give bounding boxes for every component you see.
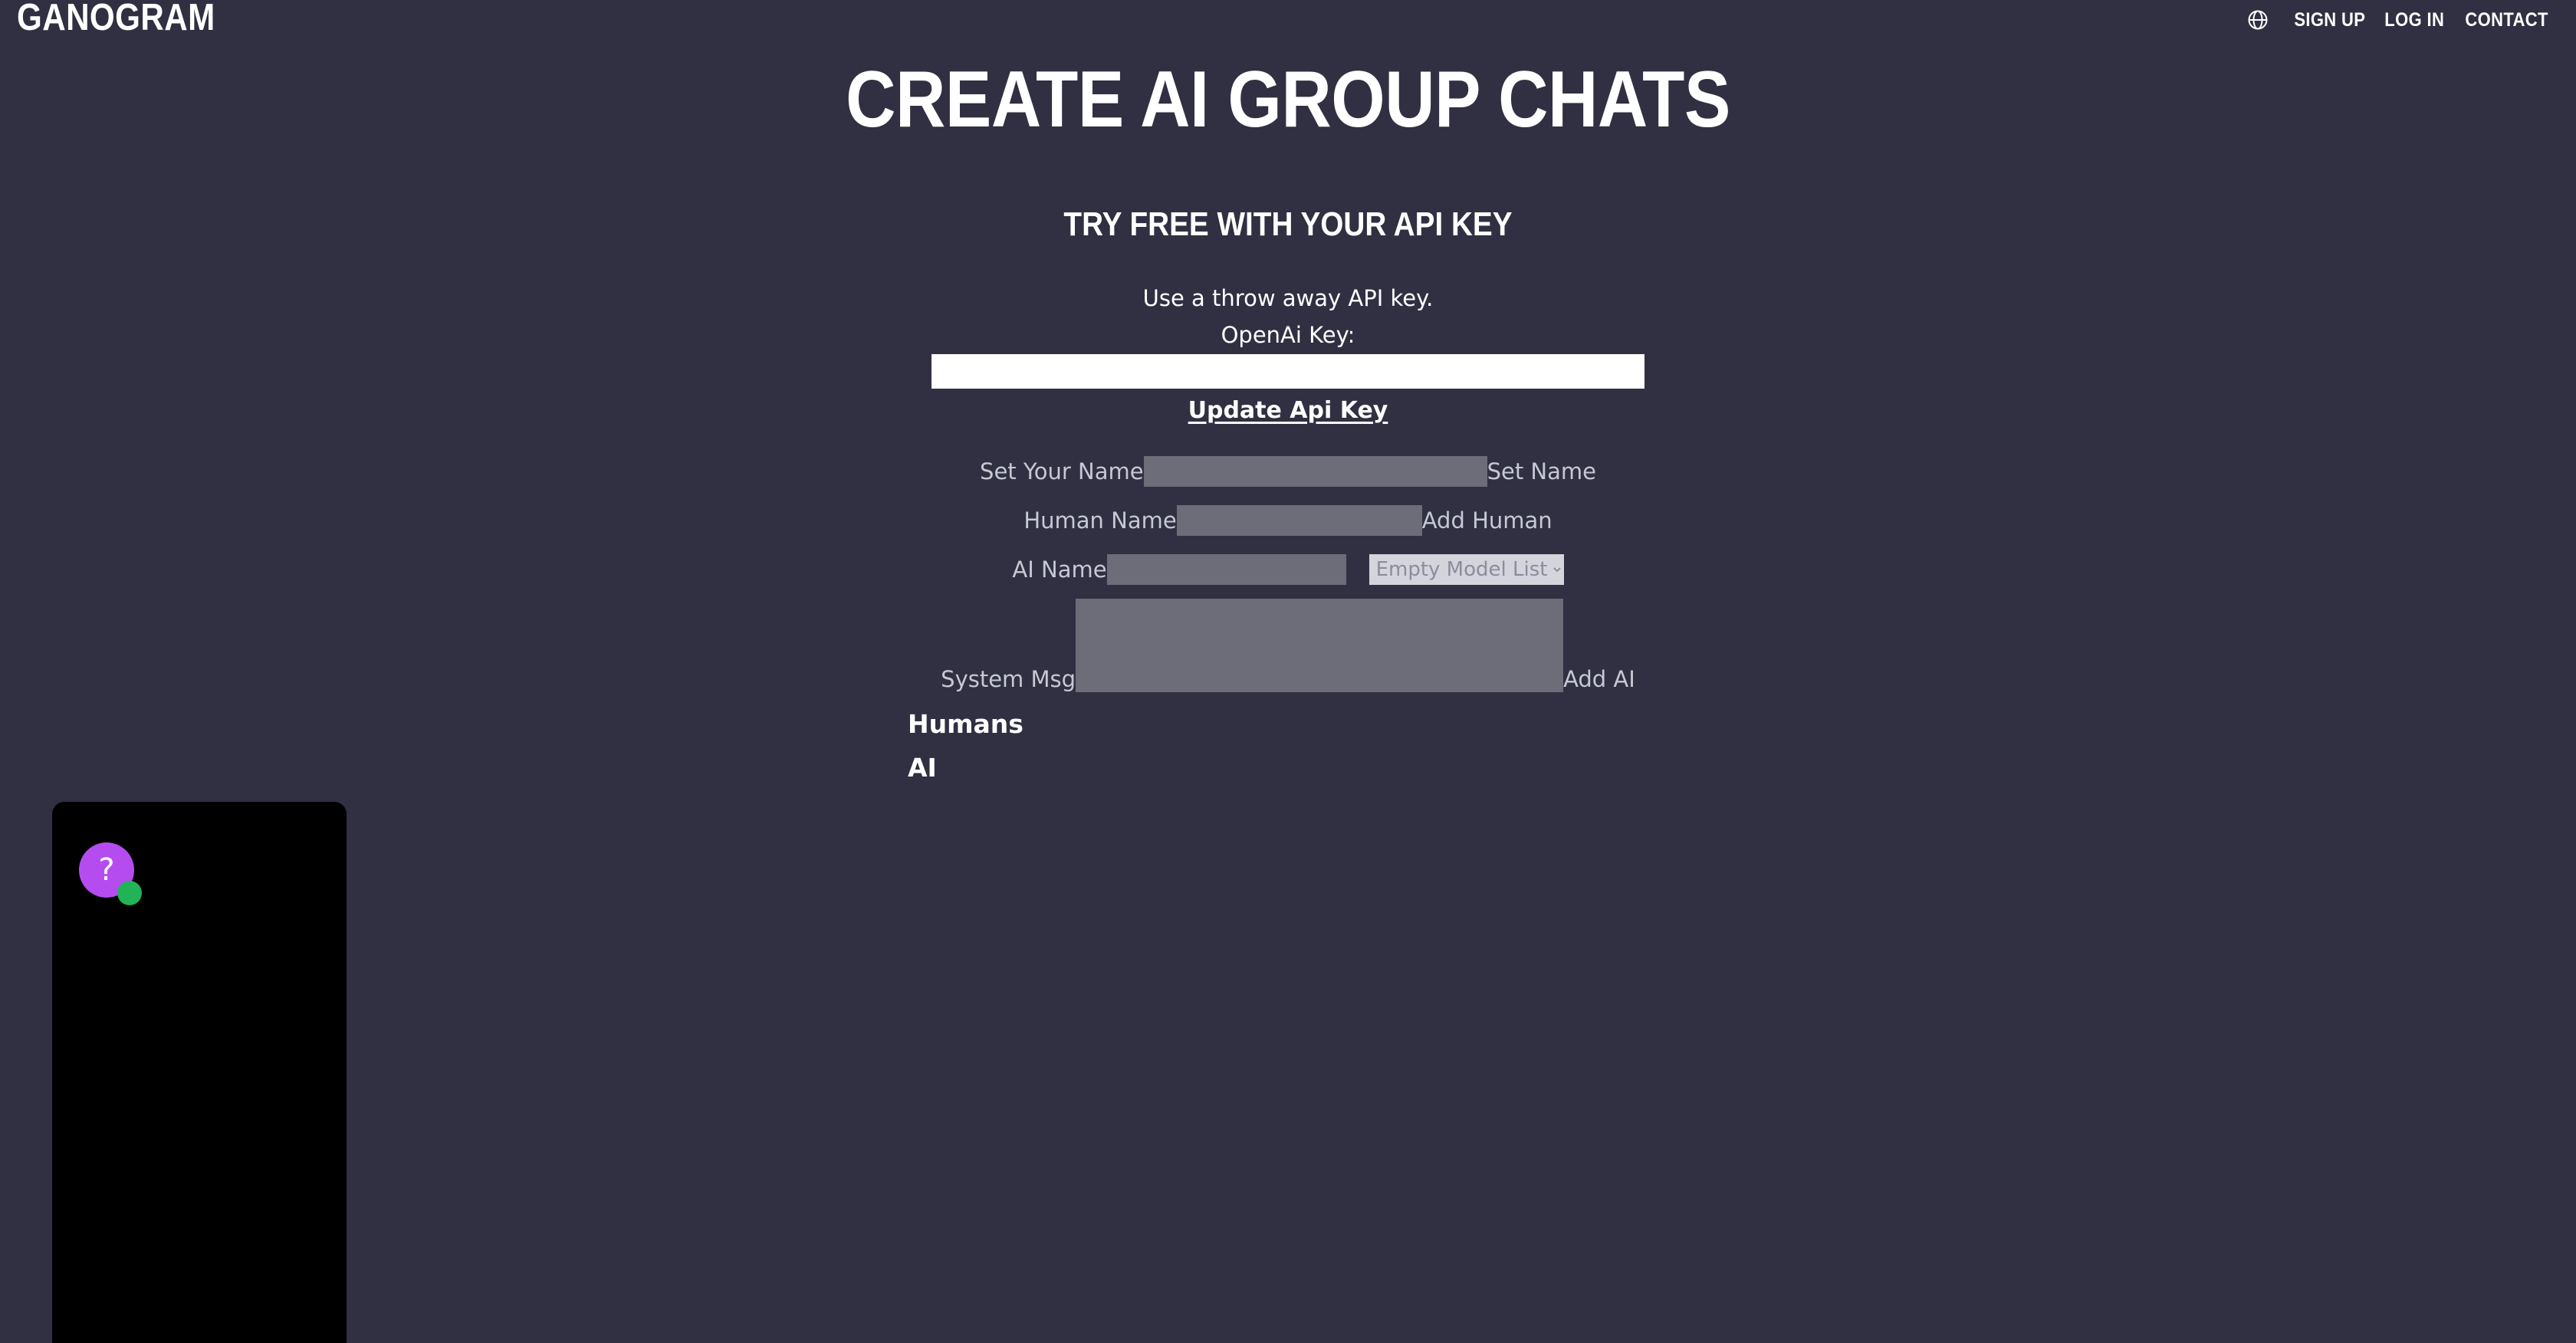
brand-logo[interactable]: GANOGRAM [17,0,215,38]
set-name-input[interactable] [1143,456,1487,487]
nav-link-sign-up[interactable]: SIGN UP [2294,9,2365,31]
nav-link-log-in[interactable]: LOG IN [2385,9,2445,31]
system-msg-row: System Msg Add AI [0,594,2576,692]
humans-heading: Humans [908,709,1024,739]
add-human-button[interactable]: Add Human [1422,507,1552,534]
system-msg-label: System Msg [941,666,1076,692]
setup-form: Set Your Name Set Name Human Name Add Hu… [0,447,2576,692]
api-key-input[interactable] [932,354,1644,389]
api-key-label: OpenAi Key: [1221,322,1355,348]
participant-lists: Humans AI [908,711,1024,799]
model-select[interactable]: Empty Model List [1368,554,1564,585]
add-human-row: Human Name Add Human [0,496,2576,545]
human-name-input[interactable] [1176,505,1422,536]
set-name-row: Set Your Name Set Name [0,447,2576,496]
ai-heading: AI [908,753,937,783]
ai-name-input[interactable] [1106,554,1346,585]
online-status-dot [117,881,142,905]
nav-link-contact[interactable]: CONTACT [2465,9,2548,31]
human-name-label: Human Name [1024,507,1177,534]
api-key-note: Use a throw away API key. [1142,285,1434,311]
add-ai-name-row: AI Name Empty Model List [0,545,2576,594]
main-nav: SIGN UP LOG IN CONTACT [2245,7,2559,33]
page-title: CREATE AI GROUP CHATS [846,55,1730,144]
system-msg-textarea[interactable] [1076,599,1564,692]
set-name-button[interactable]: Set Name [1487,458,1596,484]
page-subtitle: TRY FREE WITH YOUR API KEY [1063,205,1513,243]
ai-name-label: AI Name [1012,557,1107,583]
avatar-glyph: ? [98,852,115,888]
update-api-key-row: Update Api Key [0,397,2576,424]
update-api-key-link[interactable]: Update Api Key [1188,397,1388,424]
set-name-label: Set Your Name [980,458,1144,484]
add-ai-button[interactable]: Add AI [1563,666,1635,692]
chat-panel[interactable]: ? [52,802,347,1343]
top-bar: GANOGRAM SIGN UP LOG IN CONTACT [0,0,2576,48]
globe-icon[interactable] [2245,7,2271,33]
